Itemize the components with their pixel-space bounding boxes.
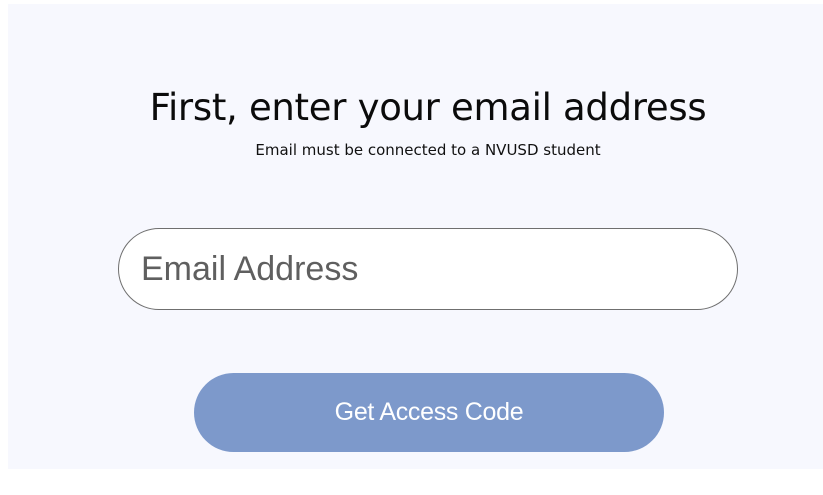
get-access-code-button[interactable]: Get Access Code: [194, 373, 664, 452]
signup-panel: First, enter your email address Email mu…: [8, 4, 823, 469]
page-subtitle: Email must be connected to a NVUSD stude…: [255, 141, 601, 159]
page-title: First, enter your email address: [149, 86, 707, 129]
email-input[interactable]: [118, 228, 738, 310]
